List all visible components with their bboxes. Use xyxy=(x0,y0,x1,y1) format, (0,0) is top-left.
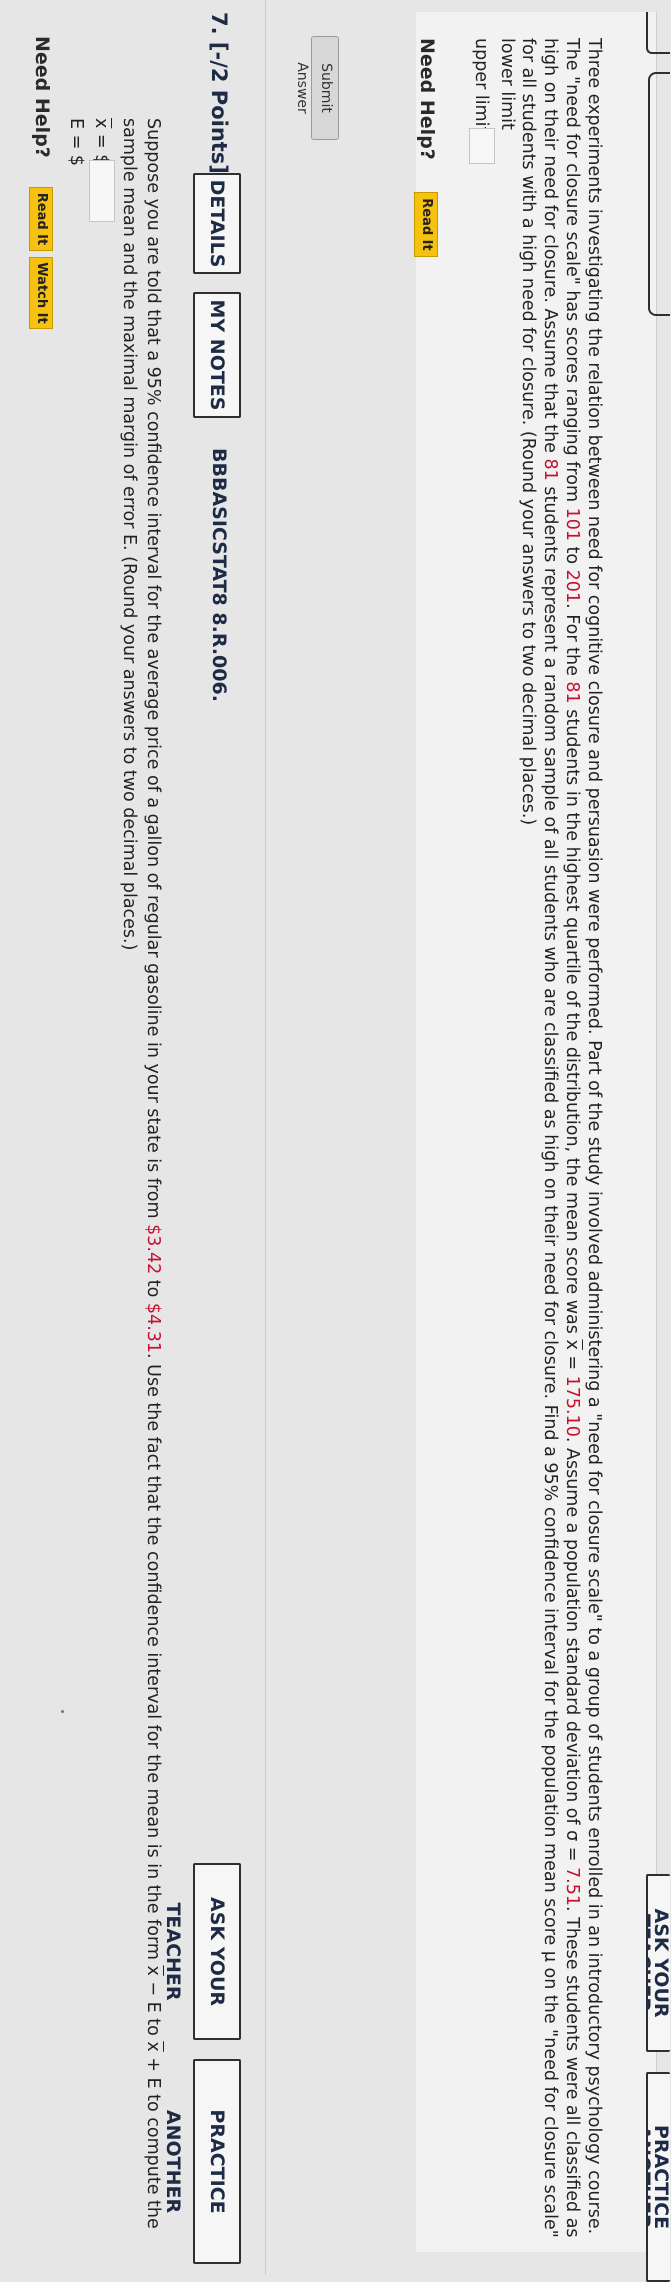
need-help-label-7: Need Help? xyxy=(31,36,53,158)
ask-teacher-button[interactable]: ASK YOUR TEACHER xyxy=(162,1863,241,2040)
read-it-button[interactable]: Read It xyxy=(414,192,438,257)
read-it-button-7[interactable]: Read It xyxy=(29,187,53,251)
question-6-text: Three experiments investigating the rela… xyxy=(518,38,604,2238)
sigma-value: 7.51 xyxy=(562,1867,582,1906)
sample-mean-input[interactable] xyxy=(89,160,115,222)
practice-another-button-top[interactable]: PRACTICE ANOTHER xyxy=(646,2072,670,2282)
my-notes-button[interactable]: MY NOTES xyxy=(193,292,241,418)
page-canvas: ASK YOUR TEACHER PRACTICE ANOTHER Three … xyxy=(0,0,671,2282)
sample-size: 81 xyxy=(562,681,582,704)
practice-another-button[interactable]: PRACTICE ANOTHER xyxy=(162,2059,241,2264)
cropped-input-fragment xyxy=(648,72,670,316)
need-help-label: Need Help? xyxy=(416,38,438,160)
lower-limit-label: lower limit xyxy=(497,38,517,130)
score-min: 101 xyxy=(562,507,582,541)
submit-answer-button[interactable]: Submit Answer xyxy=(294,36,339,140)
question-7-text: Suppose you are told that a 95% confiden… xyxy=(119,118,163,2229)
margin-of-error-label: E = $ xyxy=(66,118,86,166)
sample-mean: 175.10 xyxy=(562,1375,582,1437)
upper-limit-label: upper limit xyxy=(471,38,491,134)
question-divider xyxy=(265,0,266,2275)
sample-size-2: 81 xyxy=(540,458,560,481)
question-code: BBBASICSTAT8 8.R.006. xyxy=(208,448,230,702)
sample-mean-label: x = $ xyxy=(91,118,111,166)
details-button[interactable]: DETAILS xyxy=(193,173,241,274)
watch-it-button[interactable]: Watch It xyxy=(29,257,53,329)
upper-limit-input[interactable] xyxy=(469,128,495,164)
score-max: 201 xyxy=(562,569,582,604)
ask-teacher-button-top[interactable]: ASK YOUR TEACHER xyxy=(646,1874,670,2052)
stray-mark xyxy=(61,1710,64,1713)
price-high: $4.31 xyxy=(143,1302,163,1354)
price-low: $3.42 xyxy=(143,1224,163,1275)
question-7-number: 7. [-/2 Points] xyxy=(207,12,231,174)
cropped-button-fragment xyxy=(646,12,670,54)
